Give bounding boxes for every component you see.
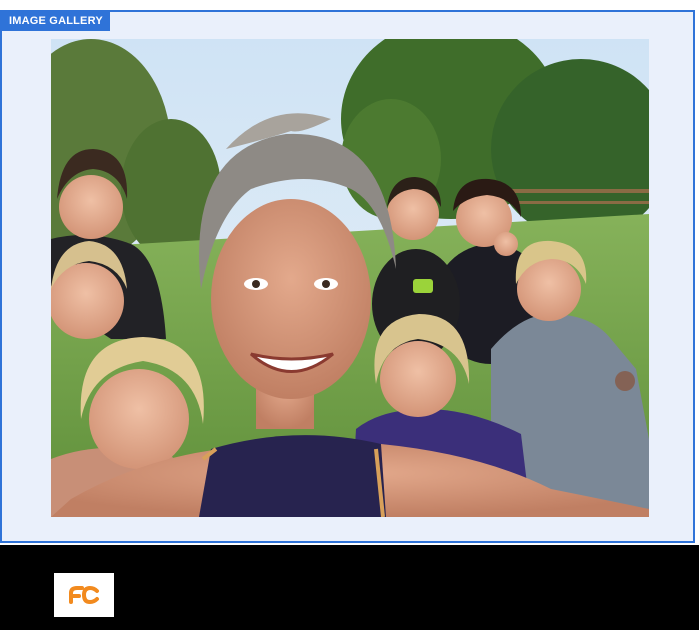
fc-logo[interactable]	[54, 573, 114, 617]
footer	[0, 545, 699, 630]
image-gallery: IMAGE GALLERY	[0, 10, 695, 543]
photo-illustration	[51, 39, 649, 517]
page: IMAGE GALLERY	[0, 0, 699, 630]
gallery-photo[interactable]	[51, 39, 649, 517]
fc-logo-icon	[69, 585, 99, 605]
gallery-title: IMAGE GALLERY	[2, 12, 110, 31]
